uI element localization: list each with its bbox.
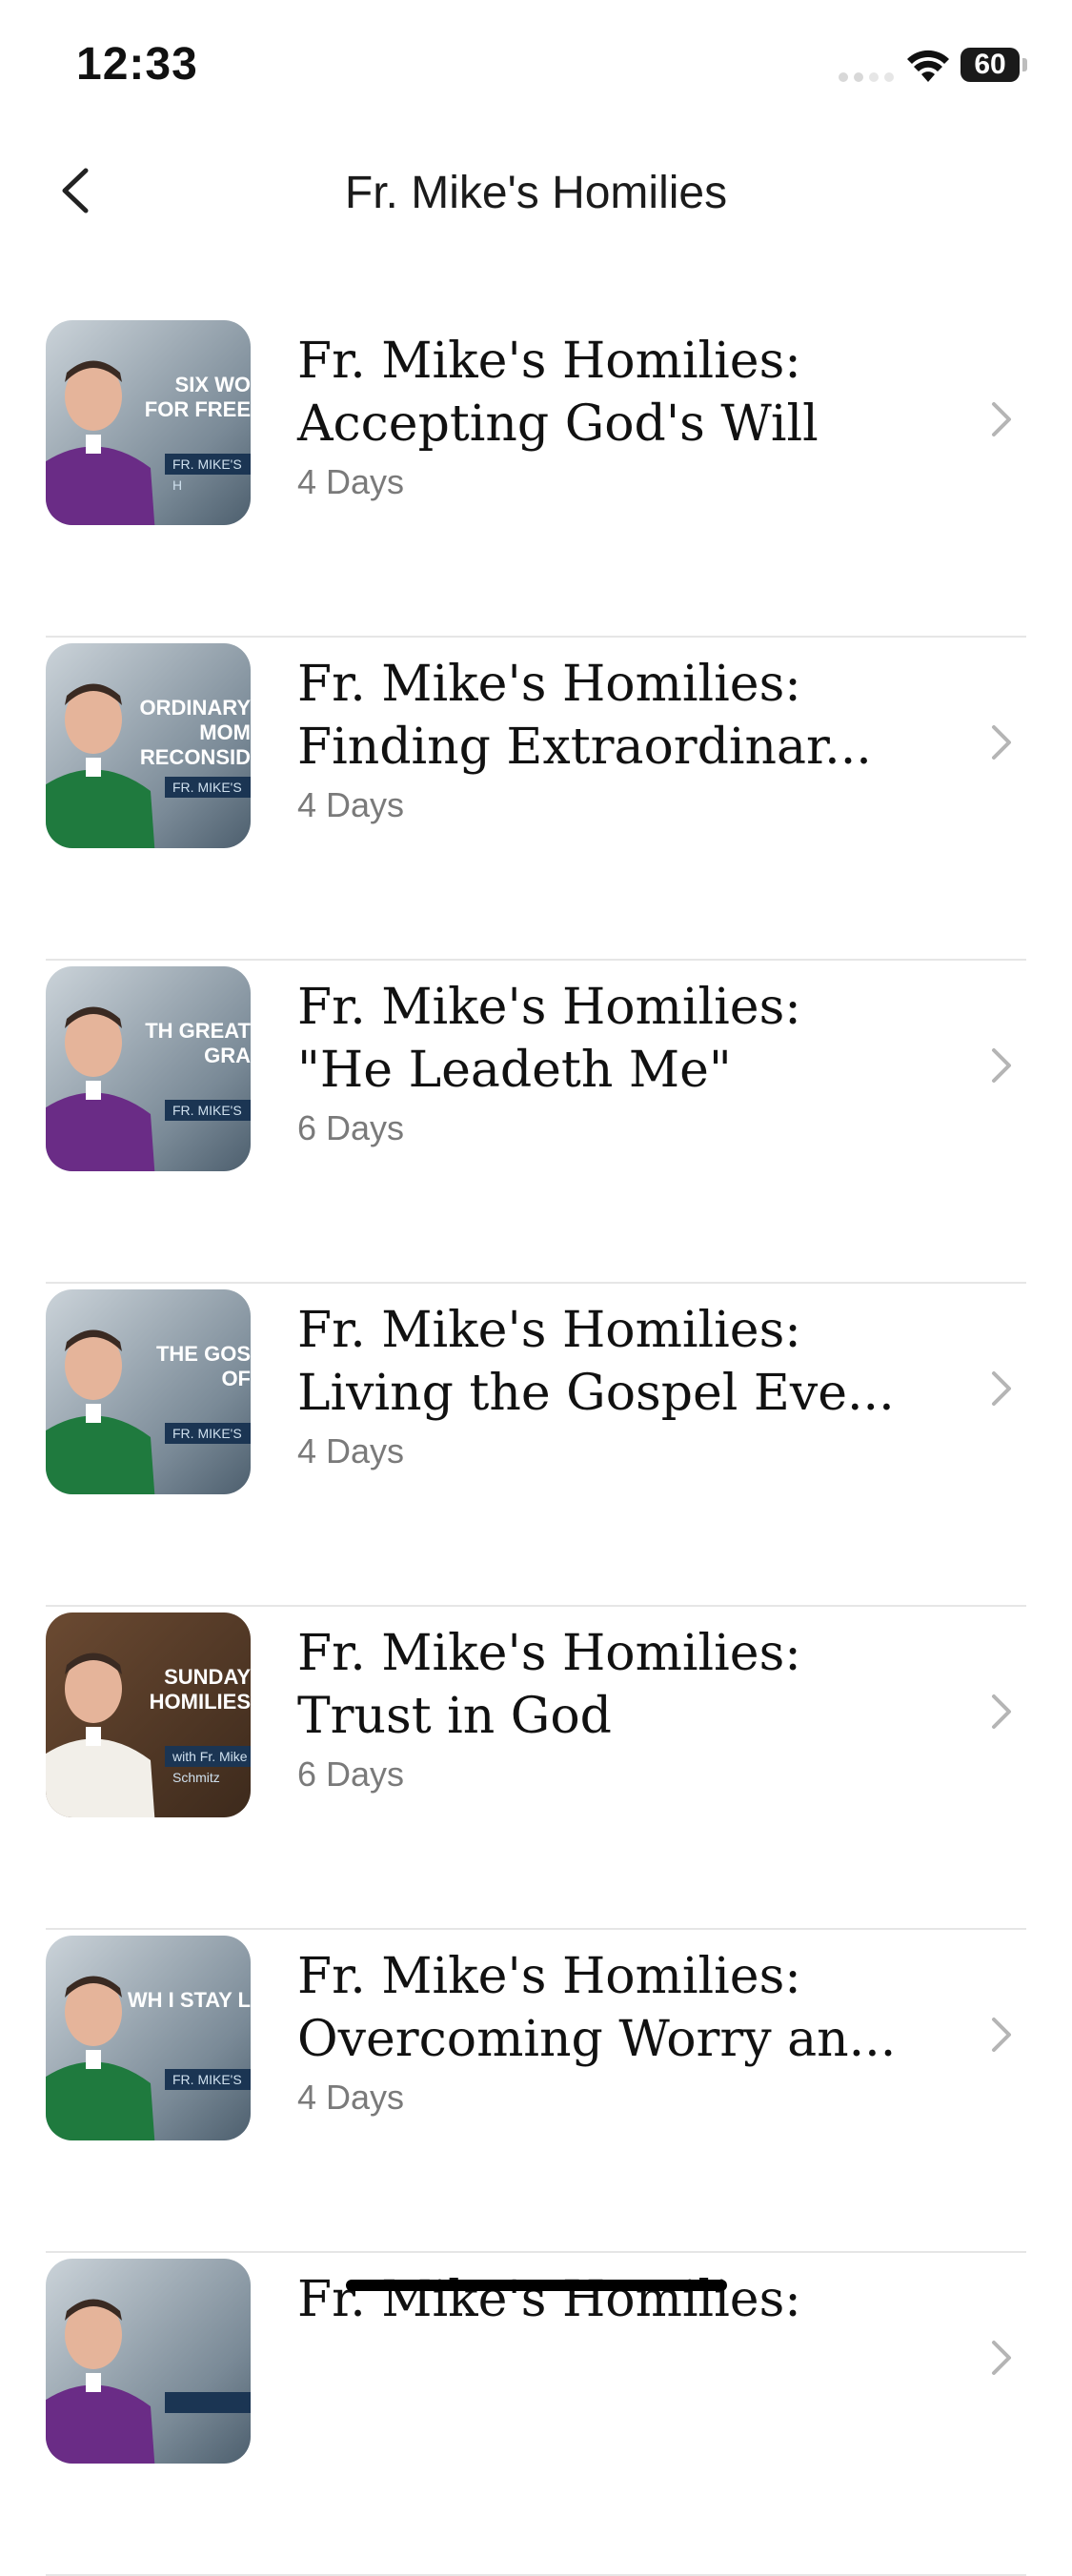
- status-time: 12:33: [76, 39, 198, 90]
- plan-title: Fr. Mike's Homilies:: [297, 2271, 801, 2328]
- plan-list-item[interactable]: WH I STAY L FR. MIKE'S Fr. Mike's Homili…: [0, 1930, 1072, 2253]
- plan-list-item[interactable]: Fr. Mike's Homilies:: [0, 2253, 1072, 2576]
- plan-thumbnail: THE GOS OF FR. MIKE'S: [46, 1289, 251, 1494]
- plan-list-item[interactable]: TH GREAT GRA FR. MIKE'S Fr. Mike's Homil…: [0, 961, 1072, 1284]
- thumbnail-tag: with Fr. Mike Schmitz: [165, 1746, 251, 1785]
- plan-duration: 4 Days: [297, 785, 405, 824]
- plan-title: Fr. Mike's Homilies: Finding Extraordina…: [297, 656, 872, 776]
- chevron-right-icon: [992, 402, 1011, 436]
- plan-duration: 4 Days: [297, 1431, 405, 1471]
- thumbnail-tag: FR. MIKE'S: [165, 1423, 251, 1444]
- plan-thumbnail: SIX WO FOR FREE FR. MIKE'S H: [46, 320, 251, 525]
- priest-image: [46, 1653, 155, 1817]
- thumbnail-caption: SIX WO FOR FREE: [144, 373, 251, 421]
- plan-thumbnail: ORDINARY MOM RECONSID FR. MIKE'S: [46, 643, 251, 848]
- nav-header: Fr. Mike's Homilies: [0, 129, 1072, 253]
- chevron-right-icon: [992, 1048, 1011, 1083]
- page-title: Fr. Mike's Homilies: [344, 168, 728, 218]
- plan-thumbnail: TH GREAT GRA FR. MIKE'S: [46, 966, 251, 1171]
- homilies-list: SIX WO FOR FREE FR. MIKE'S H Fr. Mike's …: [0, 314, 1072, 2576]
- plan-list-item[interactable]: ORDINARY MOM RECONSID FR. MIKE'S Fr. Mik…: [0, 638, 1072, 961]
- thumbnail-caption: THE GOS OF: [155, 1342, 251, 1390]
- priest-image: [46, 2299, 155, 2464]
- thumbnail-tag: FR. MIKE'S: [165, 2069, 251, 2090]
- thumbnail-caption: TH GREAT GRA: [145, 1019, 251, 1067]
- thumbnail-caption: ORDINARY MOM RECONSID: [139, 696, 251, 769]
- plan-duration: 4 Days: [297, 2078, 405, 2117]
- chevron-right-icon: [992, 1694, 1011, 1729]
- thumbnail-tag: FR. MIKE'S: [165, 1100, 251, 1121]
- plan-duration: 6 Days: [297, 1108, 405, 1147]
- plan-title: Fr. Mike's Homilies: "He Leadeth Me": [297, 979, 801, 1099]
- priest-image: [46, 1329, 155, 1494]
- priest-image: [46, 1006, 155, 1171]
- thumbnail-tag: FR. MIKE'S H: [165, 454, 251, 493]
- plan-title: Fr. Mike's Homilies: Overcoming Worry an…: [297, 1948, 897, 2068]
- thumbnail-caption: SUNDAY HOMILIES: [149, 1665, 251, 1714]
- wifi-icon: [907, 50, 949, 82]
- plan-duration: 6 Days: [297, 1755, 405, 1794]
- plan-thumbnail: SUNDAY HOMILIES with Fr. Mike Schmitz: [46, 1613, 251, 1817]
- plan-duration: 4 Days: [297, 462, 405, 501]
- chevron-right-icon: [992, 2341, 1011, 2375]
- plan-list-item[interactable]: SIX WO FOR FREE FR. MIKE'S H Fr. Mike's …: [0, 314, 1072, 638]
- chevron-right-icon: [992, 1371, 1011, 1406]
- plan-list-item[interactable]: THE GOS OF FR. MIKE'S Fr. Mike's Homilie…: [0, 1284, 1072, 1607]
- thumbnail-caption: WH I STAY L: [127, 1988, 251, 2012]
- battery-icon: 60: [961, 48, 1027, 82]
- status-bar: 12:33 60: [0, 0, 1072, 129]
- thumbnail-tag: FR. MIKE'S: [165, 777, 251, 798]
- plan-list-item[interactable]: SUNDAY HOMILIES with Fr. Mike Schmitz Fr…: [0, 1607, 1072, 1930]
- priest-image: [46, 360, 155, 525]
- priest-image: [46, 1976, 155, 2140]
- home-indicator: [346, 2280, 727, 2291]
- chevron-right-icon: [992, 725, 1011, 760]
- battery-level: 60: [974, 49, 1006, 80]
- plan-thumbnail: WH I STAY L FR. MIKE'S: [46, 1936, 251, 2140]
- plan-title: Fr. Mike's Homilies: Living the Gospel E…: [297, 1302, 895, 1422]
- thumbnail-tag: [165, 2392, 251, 2413]
- cellular-signal-icon: [839, 67, 896, 82]
- chevron-right-icon: [992, 2018, 1011, 2052]
- plan-title: Fr. Mike's Homilies: Trust in God: [297, 1625, 801, 1745]
- plan-thumbnail: [46, 2259, 251, 2464]
- plan-title: Fr. Mike's Homilies: Accepting God's Wil…: [297, 333, 819, 453]
